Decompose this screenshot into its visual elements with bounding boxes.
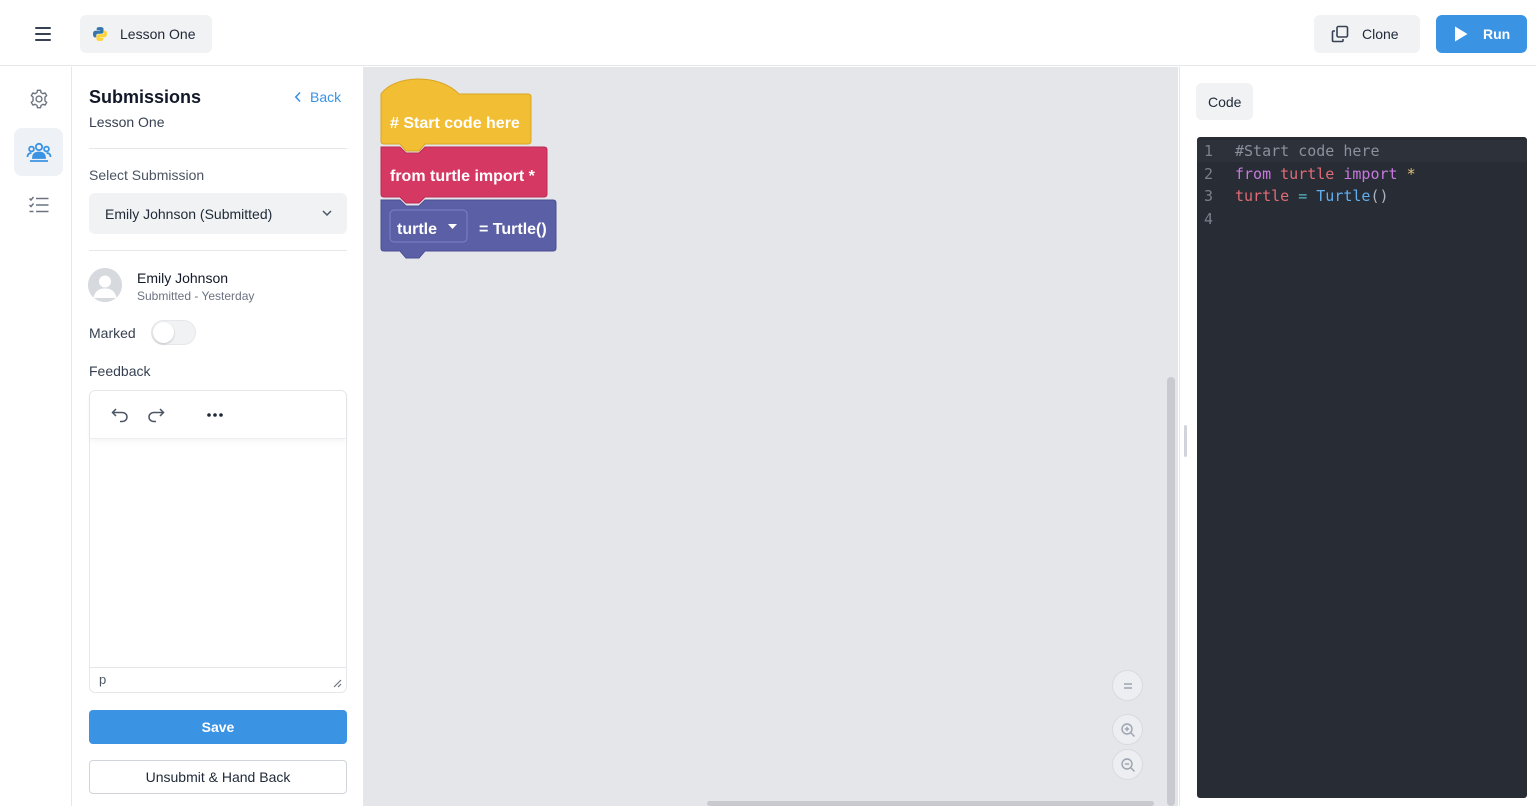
code-text: turtle = Turtle() [1235,185,1389,207]
rail-item-submissions[interactable] [14,128,63,176]
code-token: import [1343,164,1398,183]
code-text: #Start code here [1235,140,1380,162]
back-link[interactable]: Back [294,89,341,105]
submission-select-value: Emily Johnson (Submitted) [105,205,273,222]
unsubmit-hand-back-button[interactable]: Unsubmit & Hand Back [89,760,347,794]
variable-dropdown[interactable]: turtle [389,209,468,243]
vertical-scrollbar[interactable] [1167,377,1175,806]
avatar [88,268,122,302]
code-token: turtle [1235,187,1290,205]
submission-status: Submitted - Yesterday [137,289,255,303]
play-icon [1455,26,1468,42]
element-path: p [99,672,107,687]
clone-button[interactable]: Clone [1314,15,1420,53]
divider [89,250,347,251]
divider [89,148,347,149]
zoom-in-button[interactable] [1112,714,1143,745]
code-line: 1 #Start code here [1197,140,1527,162]
clone-label: Clone [1362,26,1399,42]
marked-toggle[interactable] [151,320,196,345]
import-block[interactable]: from turtle import * [380,146,548,204]
run-button[interactable]: Run [1436,15,1527,53]
assign-text: = Turtle() [479,221,547,238]
code-token: () [1370,187,1389,205]
settings-icon [30,89,47,109]
code-line: 2 from turtle import * [1197,163,1527,185]
code-token: turtle [1280,164,1335,183]
user-avatar-icon [88,268,122,302]
toggle-knob [153,322,174,343]
checklist-icon [28,196,48,213]
panel-title: Submissions [89,87,202,107]
code-line: 4 [1197,208,1527,230]
feedback-text-area[interactable] [90,439,346,666]
redo-icon [148,408,165,423]
code-token: Turtle [1316,187,1371,205]
panel-subtitle: Lesson One [89,114,165,130]
blocks-canvas: # Start code here from turtle import * t… [380,78,557,259]
submission-select[interactable]: Emily Johnson (Submitted) [89,193,347,234]
undo-button[interactable] [109,404,131,426]
redo-button[interactable] [145,404,167,426]
editor-status-bar: p [90,667,346,692]
back-label: Back [310,89,342,105]
code-token: * [1406,164,1416,183]
student-name: Emily Johnson [137,270,229,286]
lesson-name: Lesson One [120,26,196,42]
select-submission-label: Select Submission [89,167,205,183]
code-editor[interactable]: 1 #Start code here 2 from turtle import * 3 t… [1197,137,1527,798]
rail-item-settings[interactable] [14,75,63,123]
python-logo-icon [93,27,107,41]
more-options-button[interactable] [204,404,226,426]
line-number: 3 [1204,187,1214,205]
start-block-text: # Start code here [390,115,520,132]
line-number: 1 [1204,142,1214,160]
start-code-block[interactable]: # Start code here [380,78,532,152]
code-line: 3 turtle = Turtle() [1197,185,1527,207]
line-number: 2 [1204,164,1214,183]
save-button[interactable]: Save [89,710,347,744]
tab-code[interactable]: Code [1196,83,1254,120]
zoom-out-icon [1120,757,1135,772]
users-icon [26,142,51,162]
lesson-selector[interactable]: Lesson One [80,15,212,53]
panel-resize-handle[interactable] [1184,425,1187,457]
submissions-panel: Submissions Lesson One Back Select Submi… [72,67,363,806]
code-token: #Start code here [1235,142,1380,160]
zoom-out-button[interactable] [1112,749,1143,780]
code-text: from turtle import * [1235,163,1416,185]
undo-icon [111,408,128,423]
more-horizontal-icon [207,413,223,417]
feedback-label: Feedback [89,363,151,379]
code-panel: Code 1 #Start code here 2 from turtle impor… [1179,67,1536,806]
code-token: from [1235,164,1272,183]
chevron-left-icon [294,91,301,103]
editor-toolbar [90,391,346,439]
center-icon [1123,682,1132,689]
horizontal-scrollbar[interactable] [707,801,1154,806]
run-label: Run [1483,26,1511,42]
code-token: = [1298,187,1308,205]
feedback-editor: p [89,390,347,693]
clone-icon [1331,25,1349,43]
assignment-block[interactable]: turtle = Turtle() [380,199,557,259]
side-rail [10,67,72,806]
rail-item-tasks[interactable] [14,181,63,229]
line-number: 4 [1204,209,1214,228]
zoom-in-icon [1120,722,1135,737]
variable-name: turtle [397,221,437,238]
import-block-text: from turtle import * [390,168,536,185]
marked-label: Marked [89,325,136,341]
resize-handle-icon[interactable] [332,678,342,688]
chevron-down-icon [322,210,332,217]
reset-zoom-button[interactable] [1112,670,1143,701]
block-workspace[interactable]: # Start code here from turtle import * t… [363,67,1178,806]
menu-icon[interactable] [26,20,60,48]
top-bar: Lesson One Clone Run [0,0,1536,66]
